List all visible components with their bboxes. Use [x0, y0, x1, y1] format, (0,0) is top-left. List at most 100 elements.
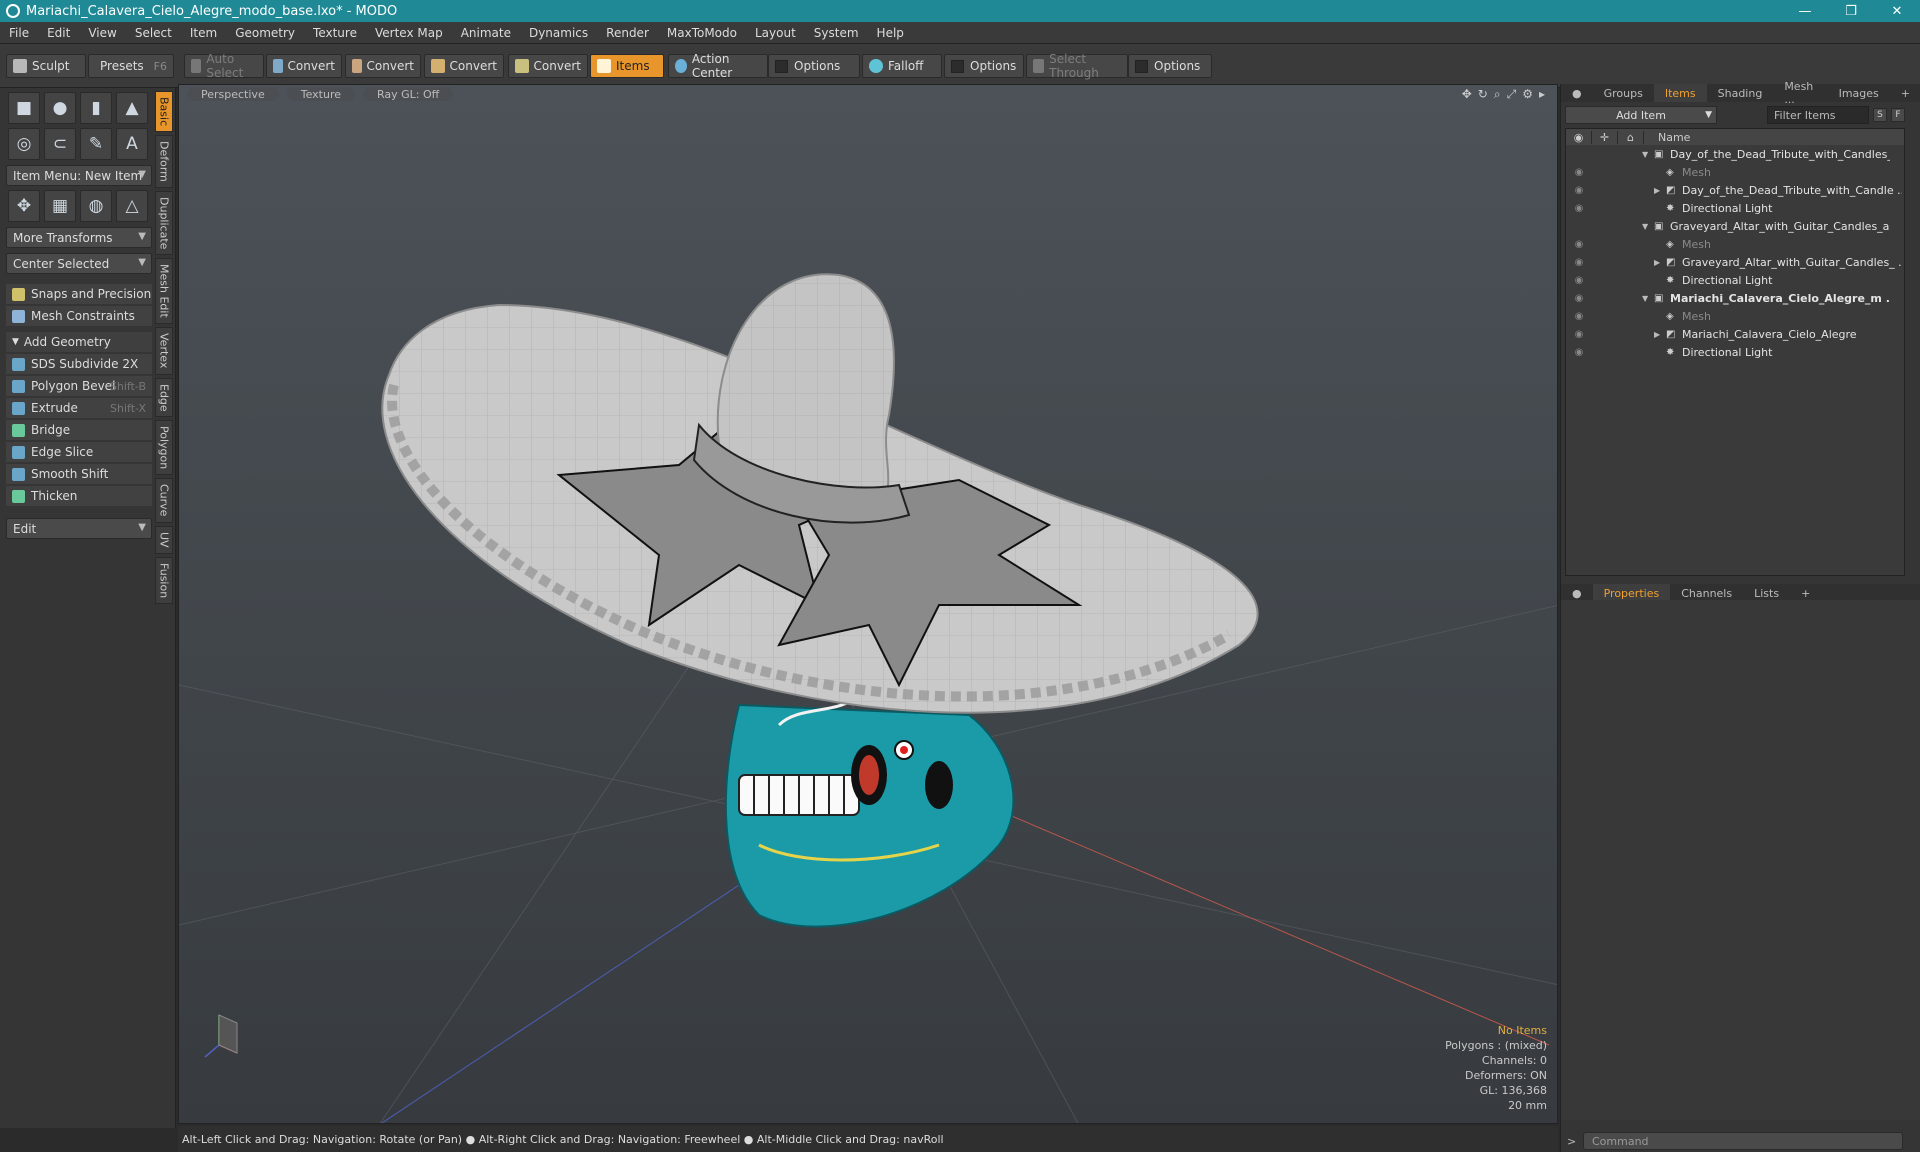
- snaps-button[interactable]: Snaps and Precision: [6, 284, 152, 304]
- convert-button-2[interactable]: Convert: [345, 54, 421, 78]
- bridge-button[interactable]: Bridge: [6, 420, 152, 440]
- cylinder-icon[interactable]: ▮: [80, 92, 112, 124]
- sds-subdivide-button[interactable]: SDS Subdivide 2X: [6, 354, 152, 374]
- item-row[interactable]: ◉ ✸ Directional Light: [1566, 271, 1904, 289]
- visibility-eye-icon[interactable]: ◉: [1566, 347, 1592, 358]
- sculpt-button[interactable]: Sculpt: [6, 54, 86, 78]
- lock-column-icon[interactable]: ✛: [1592, 130, 1618, 144]
- menu-file[interactable]: File: [0, 26, 38, 40]
- expand-toggle-icon[interactable]: ▶: [1654, 330, 1666, 339]
- raygl-dropdown[interactable]: Ray GL: Off: [363, 87, 454, 101]
- menu-view[interactable]: View: [79, 26, 125, 40]
- item-row[interactable]: ◉ ▶ ◩ Graveyard_Altar_with_Guitar_Candles_ …: [1566, 253, 1904, 271]
- gear-icon[interactable]: ⚙: [1522, 87, 1533, 102]
- presets-button[interactable]: Presets F6: [88, 54, 174, 78]
- convert-button-1[interactable]: Convert: [266, 54, 342, 78]
- maximize-icon[interactable]: ⤢: [1507, 87, 1517, 102]
- capsule-icon[interactable]: ⊂: [44, 128, 76, 160]
- vtab-deform[interactable]: Deform: [155, 135, 173, 189]
- mesh-constraints-button[interactable]: Mesh Constraints: [6, 306, 152, 326]
- f-button[interactable]: F: [1891, 108, 1905, 122]
- vtab-vertex[interactable]: Vertex: [155, 327, 173, 375]
- torus-icon[interactable]: ◎: [8, 128, 40, 160]
- restore-icon[interactable]: ❐: [1828, 0, 1874, 22]
- visibility-eye-icon[interactable]: ◉: [1566, 311, 1592, 322]
- edit-dropdown[interactable]: Edit ▼: [6, 518, 152, 539]
- visibility-eye-icon[interactable]: ◉: [1566, 329, 1592, 340]
- menu-vertex-map[interactable]: Vertex Map: [366, 26, 452, 40]
- tab-mesh[interactable]: Mesh ...: [1773, 80, 1827, 106]
- add-geometry-header[interactable]: ▼ Add Geometry: [6, 332, 152, 352]
- visibility-eye-icon[interactable]: ◉: [1566, 167, 1592, 178]
- play-icon[interactable]: ▸: [1539, 87, 1545, 102]
- 3d-viewport[interactable]: Perspective Texture Ray GL: Off ✥ ↻ ⌕ ⤢ …: [178, 84, 1558, 1124]
- menu-item[interactable]: Item: [181, 26, 226, 40]
- zoom-icon[interactable]: ⌕: [1494, 87, 1501, 102]
- grid-icon[interactable]: ▦: [44, 190, 76, 222]
- menu-system[interactable]: System: [805, 26, 868, 40]
- pyramid-icon[interactable]: △: [116, 190, 148, 222]
- vtab-edge[interactable]: Edge: [155, 377, 173, 418]
- vtab-mesh-edit[interactable]: Mesh Edit: [155, 258, 173, 325]
- tab-items[interactable]: Items: [1653, 84, 1707, 102]
- item-row[interactable]: ◉ ▼ ▣ Mariachi_Calavera_Cielo_Alegre_m ...: [1566, 289, 1904, 307]
- menu-help[interactable]: Help: [868, 26, 913, 40]
- sphere-icon[interactable]: ●: [44, 92, 76, 124]
- visibility-eye-icon[interactable]: ◉: [1566, 185, 1592, 196]
- orbit-icon[interactable]: ↻: [1478, 87, 1488, 102]
- menu-render[interactable]: Render: [597, 26, 658, 40]
- cube-icon[interactable]: ■: [8, 92, 40, 124]
- expand-toggle-icon[interactable]: ▼: [1642, 150, 1654, 159]
- eye-column-icon[interactable]: ◉: [1566, 130, 1592, 144]
- options-button-1[interactable]: Options: [768, 54, 860, 78]
- globe-icon[interactable]: ◍: [80, 190, 112, 222]
- visibility-eye-icon[interactable]: ◉: [1566, 239, 1592, 250]
- visibility-eye-icon[interactable]: ◉: [1566, 257, 1592, 268]
- tab-images[interactable]: Images: [1828, 84, 1890, 102]
- panel-menu-icon[interactable]: ●: [1561, 84, 1593, 102]
- visibility-eye-icon[interactable]: ◉: [1566, 275, 1592, 286]
- extrude-button[interactable]: Extrude Shift-X: [6, 398, 152, 418]
- items-mode-button[interactable]: Items: [590, 54, 664, 78]
- auto-select-button[interactable]: Auto Select: [184, 52, 264, 80]
- options-button-3[interactable]: Options: [1128, 54, 1212, 78]
- item-row[interactable]: ◉ ◈ Mesh: [1566, 307, 1904, 325]
- pen-icon[interactable]: ✎: [80, 128, 112, 160]
- menu-edit[interactable]: Edit: [38, 26, 79, 40]
- visibility-eye-icon[interactable]: ◉: [1566, 293, 1592, 304]
- vtab-uv[interactable]: UV: [155, 525, 173, 554]
- add-tab-icon[interactable]: +: [1890, 84, 1920, 102]
- command-input[interactable]: Command: [1583, 1132, 1903, 1150]
- convert-button-4[interactable]: Convert: [508, 54, 588, 78]
- polygon-bevel-button[interactable]: Polygon Bevel Shift-B: [6, 376, 152, 396]
- smooth-shift-button[interactable]: Smooth Shift: [6, 464, 152, 484]
- tab-shading[interactable]: Shading: [1707, 84, 1774, 102]
- menu-dynamics[interactable]: Dynamics: [520, 26, 597, 40]
- item-menu-dropdown[interactable]: Item Menu: New Item ▼: [6, 165, 152, 186]
- text-icon[interactable]: A: [116, 128, 148, 160]
- minimize-icon[interactable]: —: [1782, 0, 1828, 22]
- menu-layout[interactable]: Layout: [746, 26, 805, 40]
- transform-icon[interactable]: ✥: [8, 190, 40, 222]
- render-column-icon[interactable]: ⌂: [1618, 130, 1644, 144]
- menu-maxtomodo[interactable]: MaxToModo: [658, 26, 746, 40]
- action-center-button[interactable]: Action Center: [668, 52, 768, 80]
- menu-animate[interactable]: Animate: [452, 26, 520, 40]
- expand-toggle-icon[interactable]: ▼: [1642, 294, 1654, 303]
- s-button[interactable]: S: [1873, 108, 1887, 122]
- view-texture-dropdown[interactable]: Texture: [286, 87, 355, 101]
- tab-groups[interactable]: Groups: [1593, 84, 1654, 102]
- expand-toggle-icon[interactable]: ▶: [1654, 186, 1666, 195]
- menu-texture[interactable]: Texture: [304, 26, 366, 40]
- menu-geometry[interactable]: Geometry: [226, 26, 304, 40]
- visibility-eye-icon[interactable]: ◉: [1566, 203, 1592, 214]
- select-through-button[interactable]: Select Through: [1026, 52, 1128, 80]
- item-row[interactable]: ▼ ▣ Graveyard_Altar_with_Guitar_Candles_an…: [1566, 217, 1904, 235]
- thicken-button[interactable]: Thicken: [6, 486, 152, 506]
- edge-slice-button[interactable]: Edge Slice: [6, 442, 152, 462]
- pan-icon[interactable]: ✥: [1462, 87, 1472, 102]
- vtab-fusion[interactable]: Fusion: [155, 556, 173, 604]
- item-row[interactable]: ◉ ◈ Mesh: [1566, 163, 1904, 181]
- view-perspective-dropdown[interactable]: Perspective: [187, 87, 279, 101]
- name-column-header[interactable]: Name: [1644, 131, 1690, 144]
